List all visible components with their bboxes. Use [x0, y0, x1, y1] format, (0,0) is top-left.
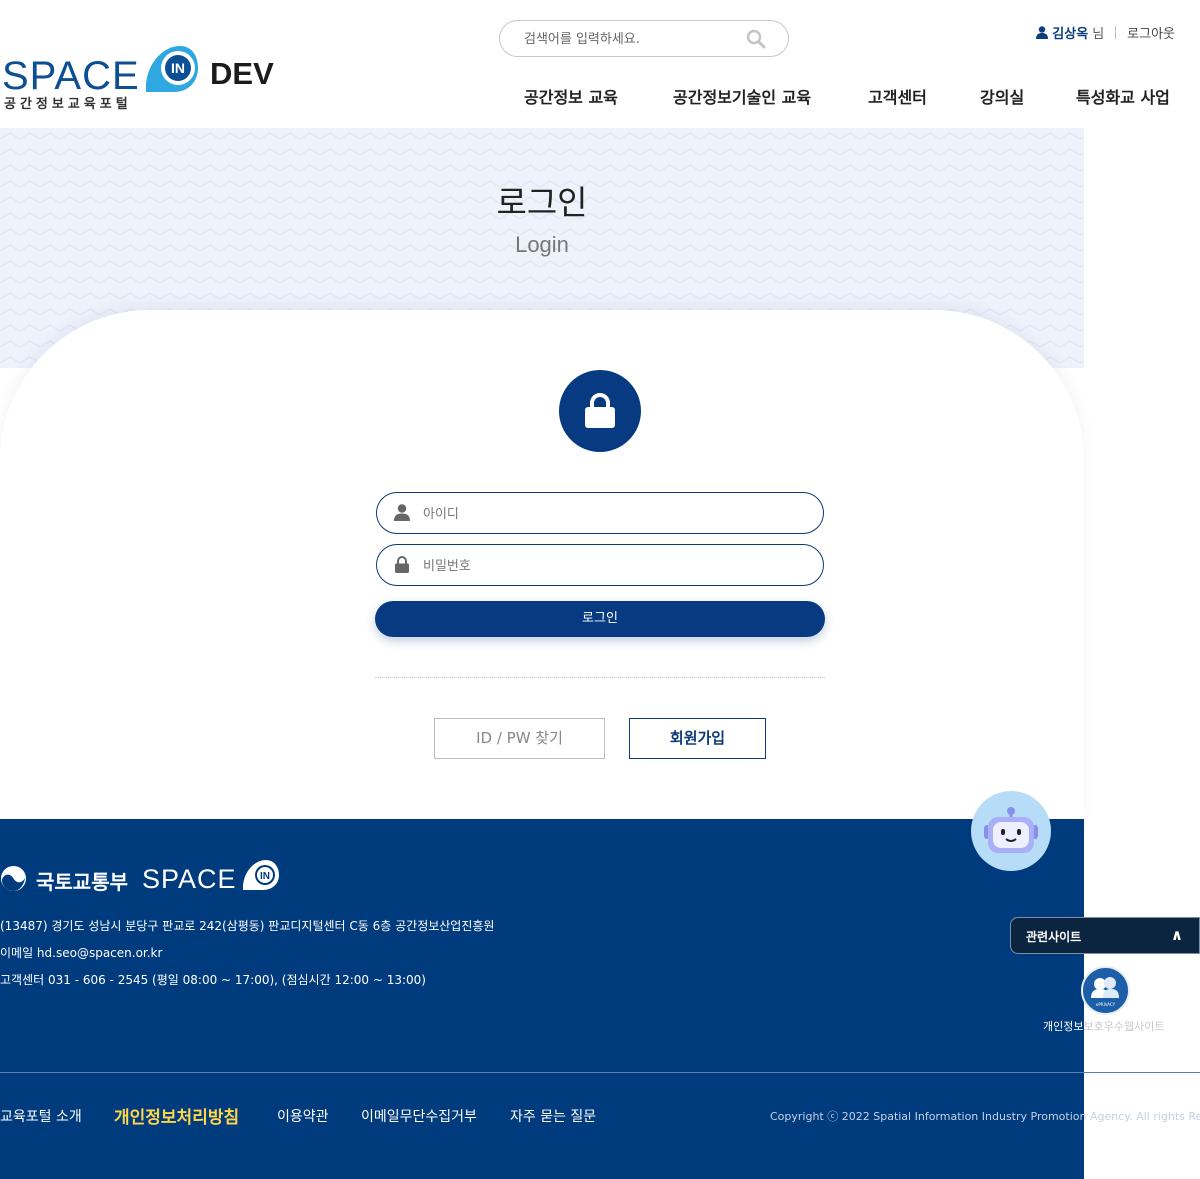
nav-item-technician-education[interactable]: 공간정보기술인 교육: [673, 84, 811, 108]
user-icon: [1036, 26, 1049, 39]
logout-link[interactable]: 로그아웃: [1127, 23, 1175, 42]
footer-link-privacy-policy[interactable]: 개인정보처리방침: [114, 1103, 239, 1128]
site-footer: 국토교통부 SPACE IN (13487) 경기도 성남시 분당구 판교로 2…: [0, 819, 1200, 1179]
username-input[interactable]: [423, 504, 803, 524]
government-emblem-icon: [0, 865, 27, 892]
logo-in-text: IN: [171, 60, 185, 76]
sign-up-button[interactable]: 회원가입: [629, 718, 766, 759]
eprivacy-badge-text: ePRIVACY: [1096, 1002, 1116, 1007]
user-name: 김상옥: [1052, 27, 1089, 42]
footer-in-text: IN: [260, 871, 270, 882]
footer-in-badge-icon: IN: [242, 860, 279, 890]
password-field: [376, 544, 824, 586]
nav-item-spatial-education[interactable]: 공간정보 교육: [524, 84, 618, 108]
login-button[interactable]: 로그인: [375, 601, 825, 637]
form-divider: [375, 677, 825, 678]
nav-item-customer-center[interactable]: 고객센터: [868, 84, 927, 108]
password-input[interactable]: [423, 556, 803, 576]
username-field: [376, 492, 824, 534]
related-sites-toggle[interactable]: 관련사이트 ∧: [1010, 917, 1200, 954]
userbar-divider: [1115, 26, 1117, 39]
nav-item-specialized-school[interactable]: 특성화교 사업: [1076, 84, 1170, 108]
related-sites-label: 관련사이트: [1026, 930, 1082, 944]
chevron-up-icon: ∧: [1170, 926, 1183, 944]
footer-email: 이메일 hd.seo@spacen.or.kr: [0, 946, 163, 960]
eprivacy-label: 개인정보보호우수웹사이트: [1043, 1018, 1164, 1034]
footer-ministry-name: 국토교통부: [36, 870, 128, 894]
lock-badge: [559, 370, 641, 452]
footer-phone: 고객센터 031 - 606 - 2545 (평일 08:00 ~ 17:00)…: [0, 973, 426, 987]
lock-icon: [585, 393, 615, 428]
footer-copyright: Copyright ⓒ 2022 Spatial Information Ind…: [770, 1110, 1200, 1123]
footer-link-about[interactable]: 교육포털 소개: [0, 1106, 82, 1126]
footer-link-terms[interactable]: 이용약관: [277, 1106, 329, 1126]
page-title: 로그인: [496, 183, 588, 222]
eprivacy-label-part1: 개인정보: [1043, 1020, 1084, 1033]
site-header: SPACE IN DEV 공간정보교육포털 김상옥 님 로그아웃 공간정보 교육…: [0, 0, 1200, 128]
chatbot-robot-icon: [984, 807, 1038, 853]
search-input[interactable]: [524, 29, 734, 49]
user-icon: [394, 504, 410, 521]
footer-link-email-refusal[interactable]: 이메일무단수집거부: [361, 1106, 477, 1126]
find-id-pw-button[interactable]: ID / PW 찾기: [434, 718, 605, 759]
eprivacy-icon: ePRIVACY: [1091, 977, 1119, 1007]
search-icon[interactable]: [746, 29, 766, 49]
footer-divider: [0, 1072, 1200, 1073]
eprivacy-badge[interactable]: ePRIVACY: [1081, 966, 1130, 1015]
page-subtitle: Login: [515, 232, 569, 257]
search-bar: [499, 20, 789, 57]
chatbot-button[interactable]: [971, 791, 1051, 871]
footer-brand-wordmark: SPACE: [142, 864, 237, 894]
nav-item-classroom[interactable]: 강의실: [980, 84, 1024, 108]
user-bar: 김상옥 님 로그아웃: [1036, 23, 1175, 42]
footer-link-faq[interactable]: 자주 묻는 질문: [510, 1106, 596, 1126]
footer-address: (13487) 경기도 성남시 분당구 판교로 242(삼평동) 판교디지털센터…: [0, 919, 495, 933]
user-honorific: 님: [1092, 27, 1105, 42]
main-nav: 공간정보 교육 공간정보기술인 교육 고객센터 강의실 특성화교 사업: [0, 84, 1200, 108]
lock-icon: [395, 556, 409, 573]
footer-logo: 국토교통부 SPACE IN: [0, 859, 300, 894]
eprivacy-label-part2: 보호우수웹사이트: [1083, 1020, 1165, 1033]
